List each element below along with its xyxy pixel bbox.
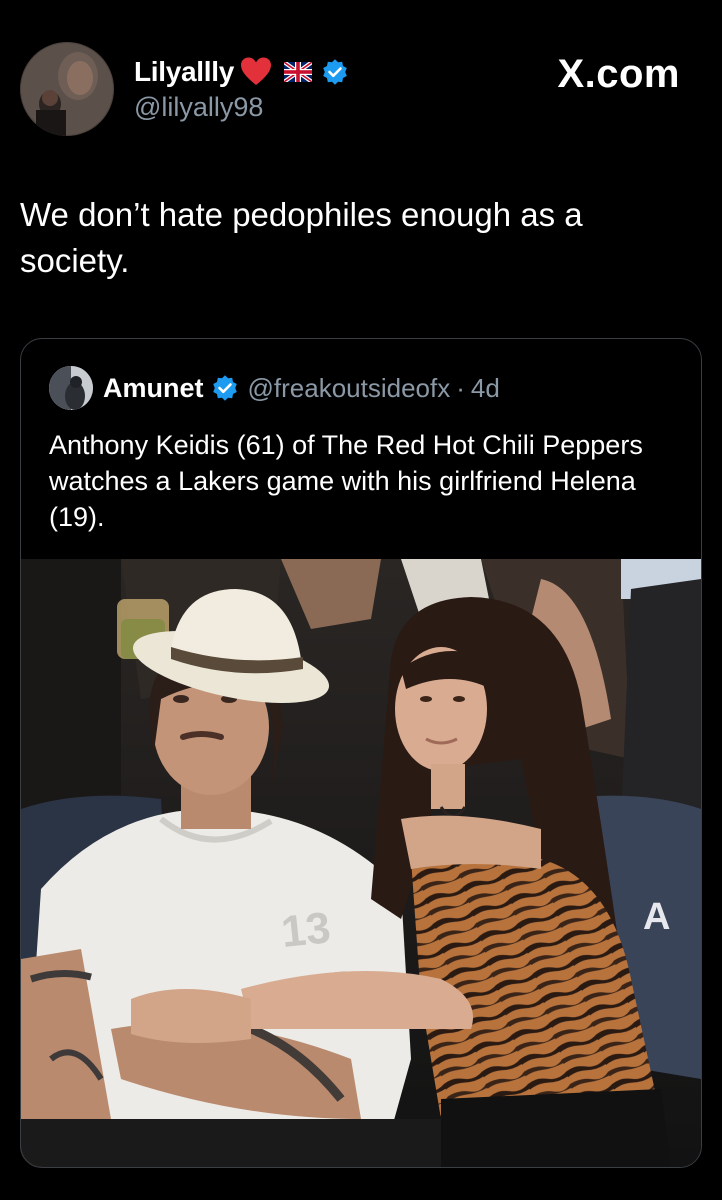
jersey-number: 13 <box>279 903 333 957</box>
quoted-post-card[interactable]: Amunet @freakoutsideofx · 4d Anthony Kei… <box>20 338 702 1168</box>
verified-badge-icon <box>212 375 238 401</box>
quoted-post-timestamp[interactable]: 4d <box>471 373 500 404</box>
quoted-post-text: Anthony Keidis (61) of The Red Hot Chili… <box>49 430 643 532</box>
author-name-row[interactable]: Lilyallly <box>134 52 348 92</box>
post-screenshot: Lilyallly @lilyally98 X.com We don’t hat… <box>0 0 722 1200</box>
seat-letter-label: A <box>643 896 670 938</box>
verified-badge-icon <box>322 59 348 85</box>
author-display-name[interactable]: Lilyallly <box>134 56 234 88</box>
quoted-author-handle[interactable]: @freakoutsideofx <box>248 373 451 404</box>
separator-dot: · <box>456 372 465 403</box>
author-handle[interactable]: @lilyally98 <box>134 92 263 123</box>
author-avatar[interactable] <box>20 42 114 136</box>
uk-flag-icon <box>282 60 314 84</box>
x-com-source-label: X.com <box>557 52 680 96</box>
quoted-post-photo[interactable]: A 13 <box>21 559 701 1167</box>
quoted-author-display-name[interactable]: Amunet <box>103 373 204 404</box>
quoted-author-avatar[interactable] <box>49 366 93 410</box>
red-heart-icon <box>240 56 272 88</box>
quoted-post-header: Amunet @freakoutsideofx · 4d <box>49 366 500 410</box>
post-text: We don’t hate pedophiles enough as a soc… <box>20 196 583 279</box>
